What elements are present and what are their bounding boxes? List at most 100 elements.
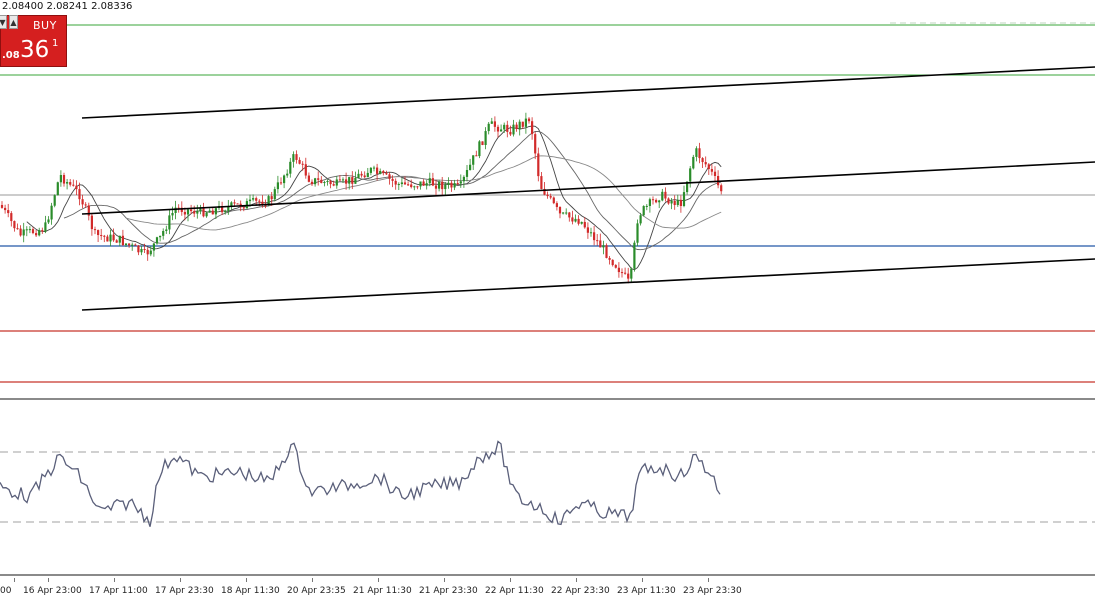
oscillator-line [0,440,721,527]
candle-body [193,211,196,214]
price-chart-canvas[interactable] [0,0,1095,396]
candle-body [710,169,713,172]
candle-body [329,181,332,185]
candle-body [562,212,565,214]
candle-body [481,141,484,145]
candle-body [248,199,252,202]
candle-body [568,212,571,218]
candle-body [28,229,31,231]
one-click-trade-panel: BUY .08 36 1 ▼ ▲ [0,15,67,67]
candle-body [698,148,701,159]
candle-body [338,179,341,181]
time-label: 21 Apr 11:30 [353,586,412,596]
candle-body [552,197,555,204]
candle-body [56,182,59,196]
candle-body [124,243,128,246]
axis-separator [0,574,1095,576]
candle-body [444,184,447,190]
candle-body [689,168,692,182]
candle-body [403,182,407,185]
candle-body [295,154,298,160]
candle-body [475,155,478,157]
candle-body [252,198,255,200]
candle-body [152,243,155,251]
time-tick [708,578,709,582]
channel-lower-line[interactable] [81,258,1095,311]
channel-middle-line[interactable] [81,161,1095,215]
candle-body [354,178,357,184]
candle-body [661,191,664,201]
candle-body [391,178,394,181]
candle-body [692,156,695,169]
candle-body [171,212,174,216]
candle-body [580,221,583,224]
candle-body [109,234,112,242]
candle-body [360,173,363,176]
candle-body [385,173,388,175]
volume-down-icon[interactable]: ▼ [0,15,7,29]
time-label: 18 Apr 11:30 [221,586,280,596]
candle-body [599,240,602,248]
candle-body [664,191,667,199]
candle-body [596,240,599,242]
candle-body [208,210,211,213]
candle-body [41,230,44,232]
candle-body [447,182,450,185]
candle-body [701,158,704,163]
candle-body [84,204,87,206]
main-price-chart[interactable]: 2.08400 2.08241 2.08336 BUY .08 36 1 ▼ ▲ [0,0,1095,396]
oscillator-canvas[interactable] [0,402,1095,574]
candle-body [506,124,509,132]
candle-body [555,203,558,208]
time-label: 21 Apr 23:30 [419,586,478,596]
candle-body [348,177,351,184]
candle-body [286,173,289,176]
candle-body [115,240,118,243]
candle-body [224,210,227,213]
candle-body [484,131,487,145]
candle-body [369,167,372,173]
candle-body [540,176,543,189]
candle-body [509,131,512,135]
candle-body [62,175,66,184]
moving-averages [26,125,722,271]
time-tick [180,578,181,582]
candle-body [25,229,28,231]
candle-body [255,198,258,201]
candle-body [205,212,208,217]
time-label: 22 Apr 11:30 [485,586,544,596]
candle-body [47,219,50,223]
candle-body [190,209,193,212]
candle-body [320,179,323,184]
candle-body [301,163,304,165]
candle-body [236,203,239,205]
candle-body [624,272,627,274]
time-label: 20 Apr 23:35 [287,586,346,596]
time-tick [510,578,511,582]
candle-body [648,199,651,206]
candle-body [459,181,462,184]
candle-body [140,248,143,253]
candle-body [639,215,642,224]
buy-price-prefix: .08 [2,50,20,61]
candle-body [407,184,410,186]
candle-body [310,181,314,185]
candle-body [589,232,593,234]
panel-separator[interactable] [0,398,1095,400]
candle-body [93,229,97,231]
candle-body [462,176,465,182]
candle-body [586,227,589,233]
candle-body [419,181,422,187]
time-label: 17 Apr 11:00 [89,586,148,596]
candle-body [379,170,382,174]
candle-body [165,229,168,231]
candle-body [456,183,459,185]
volume-up-icon[interactable]: ▲ [9,15,18,29]
candle-body [400,182,403,185]
candle-body [335,179,338,186]
candle-body [134,244,137,246]
candle-body [704,162,707,165]
candle-body [676,199,679,205]
candle-body [289,161,292,174]
oscillator-panel[interactable] [0,402,1095,574]
